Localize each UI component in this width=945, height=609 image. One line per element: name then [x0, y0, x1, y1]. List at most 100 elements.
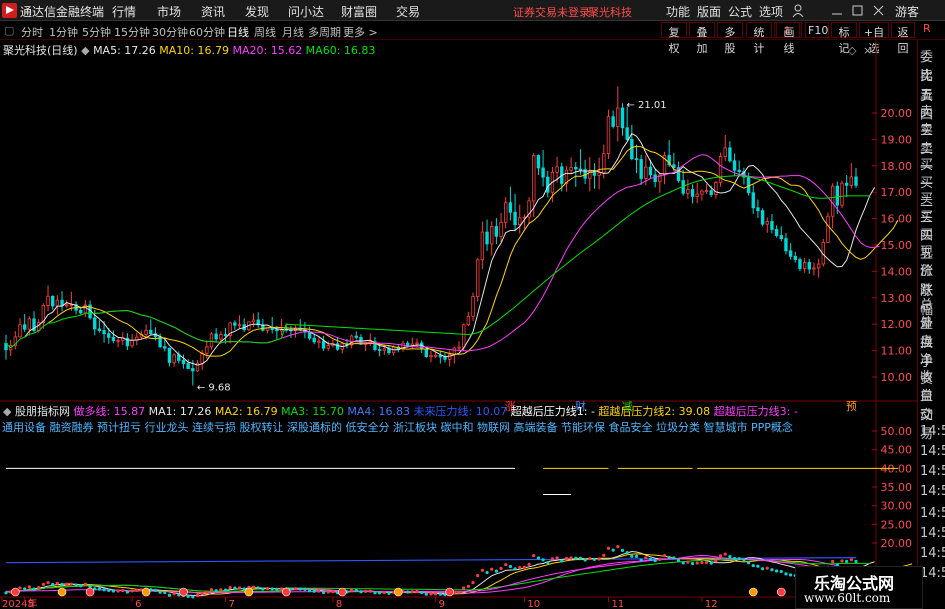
candle-body	[102, 330, 106, 335]
sub-ytick-label-5: 25.00	[881, 518, 913, 531]
panel-item-22[interactable]: 14:5	[920, 444, 945, 459]
menu-formula[interactable]: 公式	[728, 3, 752, 20]
back-button[interactable]: 返回	[891, 22, 915, 55]
settings-icon[interactable]: ◆	[81, 44, 93, 57]
sub-line-做多线	[5, 557, 917, 593]
mark-button[interactable]: 标记	[831, 22, 857, 55]
tf-more[interactable]: 更多 >	[343, 24, 378, 40]
menu-function[interactable]: 功能	[666, 3, 690, 20]
candle-body	[639, 159, 643, 179]
statistics-button[interactable]: 统计	[746, 22, 772, 55]
panel-toggle[interactable]: R	[923, 22, 931, 35]
title-bar: 通达信金融终端 行情 市场 资讯 发现 问小达 财富圈 交易 证券交易未登录 聚…	[0, 0, 945, 21]
ma-label-0: MA5: 17.26	[93, 44, 156, 57]
adjust-rights-button[interactable]: 复权	[661, 22, 687, 55]
candle-body	[130, 339, 134, 347]
tf-monthly[interactable]: 月线	[282, 24, 304, 40]
candle-body	[686, 189, 690, 194]
tf-intraday[interactable]: 分时	[21, 24, 43, 40]
panel-item-23[interactable]: 14:5	[920, 464, 945, 479]
candle-body	[709, 190, 713, 195]
draw-line-button[interactable]: 画线	[776, 22, 802, 55]
menu-layout[interactable]: 版面	[697, 3, 721, 20]
menu-trade[interactable]: 交易	[396, 3, 420, 20]
menu-options[interactable]: 选项	[759, 3, 783, 20]
menu-assistant[interactable]: 问小达	[288, 3, 324, 20]
ma-label-2: MA20: 15.62	[228, 44, 303, 57]
sub-dot	[630, 554, 634, 558]
add-watchlist-button[interactable]: +自选	[859, 22, 889, 55]
sub-dot	[644, 556, 648, 560]
sub-dot	[41, 582, 45, 586]
signal-ball-3	[141, 587, 151, 597]
indicator-header: ◆ 股朋指标网 做多线: 15.87 MA1: 17.26 MA2: 16.79…	[3, 403, 798, 419]
ma-line-MA10	[47, 145, 899, 357]
candle-body	[144, 329, 148, 335]
sub-dot	[737, 557, 741, 561]
sub-dot	[205, 590, 209, 594]
sub-dot	[504, 563, 508, 567]
sub-dot	[592, 557, 597, 562]
guest-login[interactable]: 游客	[895, 3, 919, 20]
candle-body	[457, 346, 461, 349]
sub-dot	[83, 582, 87, 586]
f10-button[interactable]: F10	[805, 22, 829, 38]
ma-label-3: MA60: 16.83	[302, 44, 376, 57]
restore-icon[interactable]	[852, 5, 863, 16]
sub-dot	[415, 589, 419, 594]
sub-dot	[760, 567, 765, 571]
menu-quotes[interactable]: 行情	[112, 3, 136, 20]
tf-60min[interactable]: 60分钟	[189, 24, 225, 40]
tf-multi-period[interactable]: 多周期	[308, 24, 341, 40]
indicator-label-7: 超越后压力线2: 39.08	[594, 405, 711, 418]
sub-dot	[494, 569, 498, 573]
panel-item-21[interactable]: 14:5	[920, 424, 945, 439]
close-icon[interactable]	[873, 5, 884, 16]
tf-30min[interactable]: 30分钟	[152, 24, 188, 40]
sub-dot	[732, 556, 737, 561]
sub-dot	[331, 590, 335, 594]
sub-dot	[751, 564, 755, 568]
sub-dot	[718, 554, 723, 558]
menu-discover[interactable]: 发现	[245, 3, 269, 20]
broker-status[interactable]: 证券交易未登录	[513, 4, 590, 20]
sub-ytick-label-4: 30.00	[881, 500, 913, 513]
sub-dot	[237, 586, 242, 590]
candle-body	[312, 337, 316, 343]
menu-wealth-circle[interactable]: 财富圈	[341, 3, 377, 20]
tf-weekly[interactable]: 周线	[254, 24, 276, 40]
chart-area[interactable]: 20.0019.0018.0017.0016.0015.0014.0013.00…	[0, 40, 917, 609]
tf-daily[interactable]: 日线	[227, 24, 249, 40]
indicator-settings-icon[interactable]: ◆	[3, 405, 15, 418]
app-title: 通达信金融终端	[20, 5, 105, 19]
multi-stock-button[interactable]: 多股	[717, 22, 743, 55]
user-icon[interactable]	[792, 4, 804, 18]
panel-item-26[interactable]: 14:5	[920, 526, 945, 541]
candle-body	[788, 250, 793, 257]
collapse-icon[interactable]: ▢	[4, 24, 14, 37]
menu-market[interactable]: 市场	[157, 3, 181, 20]
panel-item-25[interactable]: 14:5	[920, 506, 945, 521]
menu-news[interactable]: 资讯	[201, 3, 225, 20]
close-pane-icon: ×	[863, 44, 872, 57]
candle-body	[844, 182, 849, 186]
overlay-button[interactable]: 叠加	[689, 22, 715, 55]
broker-stock[interactable]: 聚光科技	[588, 4, 632, 20]
candle-body	[387, 348, 391, 354]
indicator-legend: 做多线: 15.87 MA1: 17.26 MA2: 16.79 MA3: 15…	[73, 405, 797, 418]
sub-dot	[546, 561, 550, 565]
sub-dot	[714, 559, 718, 563]
sub-dot	[298, 587, 302, 591]
panel-item-24[interactable]: 14:5	[920, 484, 945, 499]
tf-15min[interactable]: 15分钟	[114, 24, 150, 40]
candle-body	[597, 172, 601, 176]
candle-body	[377, 349, 382, 351]
tf-1min[interactable]: 1分钟	[49, 24, 78, 40]
sub-dot	[854, 559, 858, 563]
sub-dot	[555, 556, 559, 560]
panel-item-27[interactable]: 14:5	[920, 546, 945, 561]
panel-item-28[interactable]: 14:5	[920, 566, 945, 581]
main-ytick-label-10: 10.00	[881, 371, 913, 384]
tf-5min[interactable]: 5分钟	[82, 24, 111, 40]
main-ytick-label-3: 17.00	[881, 186, 913, 199]
